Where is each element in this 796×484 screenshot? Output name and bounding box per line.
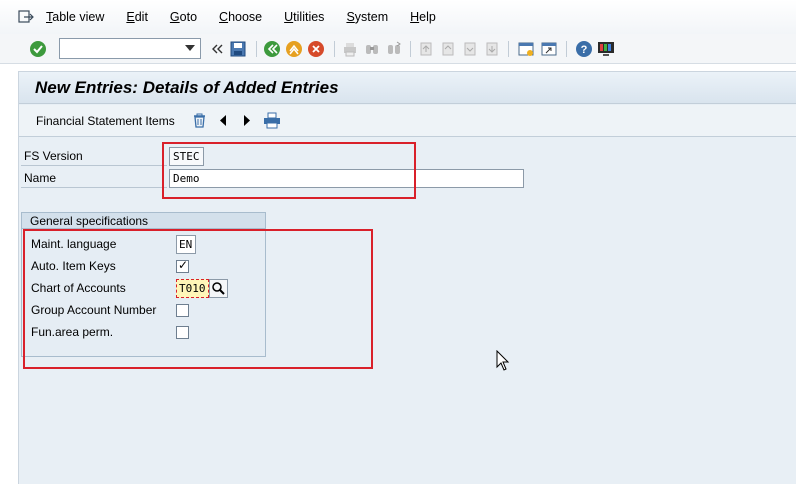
find-next-icon	[388, 41, 401, 54]
menu-utilities[interactable]: Utilities	[284, 10, 324, 24]
menu-goto[interactable]: Goto	[170, 10, 197, 24]
standard-toolbar: ?	[0, 34, 796, 64]
print-icon[interactable]	[263, 112, 281, 129]
enter-check-icon[interactable]	[29, 40, 47, 58]
first-page-icon	[420, 42, 432, 56]
menu-help[interactable]: Help	[410, 10, 436, 24]
menu-exit-icon[interactable]	[18, 10, 34, 24]
cancel-icon[interactable]	[307, 40, 325, 58]
previous-page-icon	[442, 42, 454, 56]
menu-table-view[interactable]: Table view	[46, 10, 104, 24]
title-bar: New Entries: Details of Added Entries	[19, 72, 796, 104]
collapse-double-chevron-icon[interactable]	[208, 40, 226, 58]
fs-version-label: FS Version	[24, 149, 83, 163]
shortcut-icon[interactable]	[540, 40, 558, 58]
exit-icon[interactable]	[285, 40, 303, 58]
previous-entry-icon[interactable]	[218, 112, 228, 129]
create-session-icon[interactable]	[517, 40, 535, 58]
delete-trash-icon[interactable]	[191, 112, 208, 129]
chevron-down-icon[interactable]	[185, 45, 195, 51]
menu-choose[interactable]: Choose	[219, 10, 262, 24]
menu-bar: Table view Edit Goto Choose Utilities Sy…	[0, 0, 796, 34]
name-label: Name	[24, 171, 57, 185]
save-icon[interactable]	[229, 40, 247, 58]
command-field[interactable]	[59, 38, 201, 59]
print-icon	[344, 43, 356, 57]
find-icon	[366, 45, 378, 54]
application-toolbar: Financial Statement Items	[19, 105, 796, 137]
financial-statement-items-button[interactable]: Financial Statement Items	[36, 114, 175, 128]
page-title: New Entries: Details of Added Entries	[35, 78, 339, 97]
last-page-icon	[486, 42, 498, 56]
menu-system[interactable]: System	[346, 10, 388, 24]
help-icon[interactable]: ?	[575, 40, 593, 58]
back-icon[interactable]	[263, 40, 281, 58]
menu-edit[interactable]: Edit	[126, 10, 148, 24]
svg-text:?: ?	[581, 44, 588, 56]
group-title: General specifications	[30, 214, 149, 228]
highlight-box-header-fields	[162, 142, 416, 199]
customize-layout-icon[interactable]	[597, 40, 615, 58]
mouse-cursor-icon	[496, 350, 510, 371]
highlight-box-general-specs	[23, 229, 373, 369]
next-entry-icon[interactable]	[242, 112, 252, 129]
next-page-icon	[464, 42, 476, 56]
